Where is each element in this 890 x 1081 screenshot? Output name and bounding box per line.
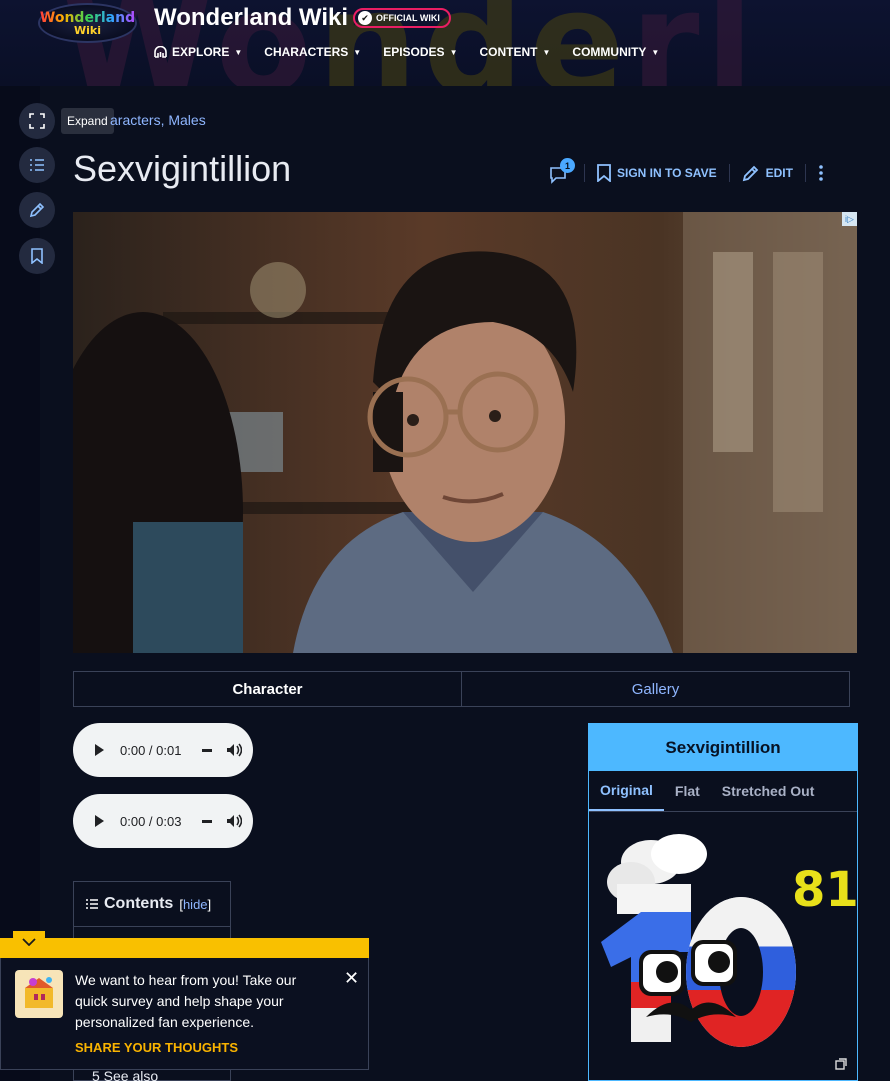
list-icon (30, 159, 44, 171)
survey-popup: We want to hear from you! Take our quick… (0, 958, 369, 1070)
nav-episodes-label: EPISODES (383, 45, 445, 59)
sign-in-label: SIGN IN TO SAVE (617, 166, 717, 180)
infobox-tab-stretched-out[interactable]: Stretched Out (711, 771, 826, 811)
toc-hide-link[interactable]: hide (183, 897, 208, 912)
sign-in-to-save-button[interactable]: SIGN IN TO SAVE (597, 164, 717, 182)
official-wiki-badge: ✔ OFFICIAL WIKI (353, 8, 451, 28)
edit-rail-button[interactable] (19, 192, 55, 228)
edit-button[interactable]: EDIT (742, 164, 793, 182)
nav-community-label: COMMUNITY (572, 45, 647, 59)
site-title[interactable]: Wonderland Wiki (154, 4, 348, 32)
page-actions: 1 SIGN IN TO SAVE EDIT (548, 158, 824, 188)
nav-episodes[interactable]: EPISODES ▼ (383, 45, 457, 59)
share-thoughts-link[interactable]: SHARE YOUR THOUGHTS (75, 1040, 238, 1055)
divider (74, 926, 230, 927)
divider (584, 164, 585, 182)
expand-tooltip: Expand (61, 108, 114, 134)
main-nav: EXPLORE ▼ CHARACTERS ▼ EPISODES ▼ CONTEN… (154, 45, 659, 59)
audio-player[interactable]: 0:00 / 0:03 (73, 794, 253, 848)
content-tabs: Character Gallery (73, 671, 850, 707)
exponent-label: 81 (792, 862, 859, 918)
list-icon (86, 899, 98, 909)
play-icon[interactable] (95, 815, 104, 827)
chevron-down-icon: ▼ (651, 47, 660, 57)
infobox-tab-flat[interactable]: Flat (664, 771, 711, 811)
advertisement-video[interactable]: i▷ (73, 212, 857, 653)
chevron-down-icon: ▼ (542, 47, 551, 57)
toc-header: Contents [hide] (86, 895, 211, 913)
survey-message: We want to hear from you! Take our quick… (75, 972, 297, 1030)
divider (804, 164, 806, 182)
toc-title: Contents (104, 895, 174, 912)
audio-time: 0:00 / 0:03 (120, 813, 182, 829)
bookmark-icon (31, 248, 43, 264)
survey-illustration-icon (15, 970, 63, 1018)
tab-character[interactable]: Character (74, 672, 462, 706)
character-infobox: Sexvigintillion Original Flat Stretched … (588, 723, 859, 1081)
divider (728, 164, 730, 182)
infobox-tab-original[interactable]: Original (589, 771, 664, 811)
progress-minus-icon[interactable] (202, 819, 212, 823)
expand-icon (29, 113, 45, 129)
ad-choices-icon[interactable]: i▷ (842, 212, 857, 226)
infobox-title: Sexvigintillion (589, 724, 857, 771)
volume-icon[interactable] (226, 743, 242, 757)
chevron-down-icon: ▼ (449, 47, 458, 57)
infobox-tabs: Original Flat Stretched Out (589, 771, 857, 811)
nav-explore[interactable]: EXPLORE ▼ (154, 45, 242, 59)
volume-icon[interactable] (226, 814, 242, 828)
pencil-icon (29, 202, 45, 218)
comment-count-badge: 1 (560, 158, 575, 173)
comments-button[interactable]: 1 (548, 158, 575, 185)
bookmark-icon (597, 164, 611, 182)
nav-content[interactable]: CONTENT ▼ (479, 45, 550, 59)
chevron-down-icon: ▼ (234, 47, 243, 57)
divider (589, 811, 857, 812)
logo-word-sub: Wiki (74, 23, 101, 37)
official-badge-label: OFFICIAL WIKI (376, 13, 440, 23)
edit-label: EDIT (765, 166, 793, 180)
progress-minus-icon[interactable] (202, 748, 212, 752)
nav-content-label: CONTENT (479, 45, 538, 59)
page-title: Sexvigintillion (73, 148, 292, 189)
wiki-logo[interactable]: Wonderland Wiki (38, 3, 137, 43)
toc-hide-wrapper: [hide] (179, 897, 211, 912)
chevron-down-icon: ▼ (353, 47, 362, 57)
explore-icon (154, 46, 167, 58)
play-icon[interactable] (95, 744, 104, 756)
expand-image-icon[interactable] (835, 1058, 847, 1070)
survey-header-bar (0, 938, 369, 958)
ad-scene-image (73, 212, 857, 653)
nav-characters[interactable]: CHARACTERS ▼ (264, 45, 361, 59)
nav-community[interactable]: COMMUNITY ▼ (572, 45, 659, 59)
toc-toggle-button[interactable] (19, 147, 55, 183)
site-header: Wonderl Wonderland Wiki Wonderland Wiki … (0, 0, 890, 86)
nav-characters-label: CHARACTERS (264, 45, 349, 59)
audio-player[interactable]: 0:00 / 0:01 (73, 723, 253, 777)
tab-gallery[interactable]: Gallery (462, 672, 849, 706)
chevron-down-icon (22, 938, 36, 946)
checkmark-icon: ✔ (358, 11, 372, 25)
pencil-icon (742, 165, 758, 182)
expand-button[interactable] (19, 103, 55, 139)
category-breadcrumb[interactable]: aracters, Males (110, 112, 206, 128)
toc-hide-close: ] (207, 896, 212, 912)
close-icon[interactable]: ✕ (344, 968, 359, 989)
nav-explore-label: EXPLORE (172, 45, 230, 59)
logo-word-main: Wonderland (39, 9, 136, 26)
audio-time: 0:00 / 0:01 (120, 742, 182, 758)
bookmark-rail-button[interactable] (19, 238, 55, 274)
more-options-icon[interactable] (818, 164, 824, 182)
